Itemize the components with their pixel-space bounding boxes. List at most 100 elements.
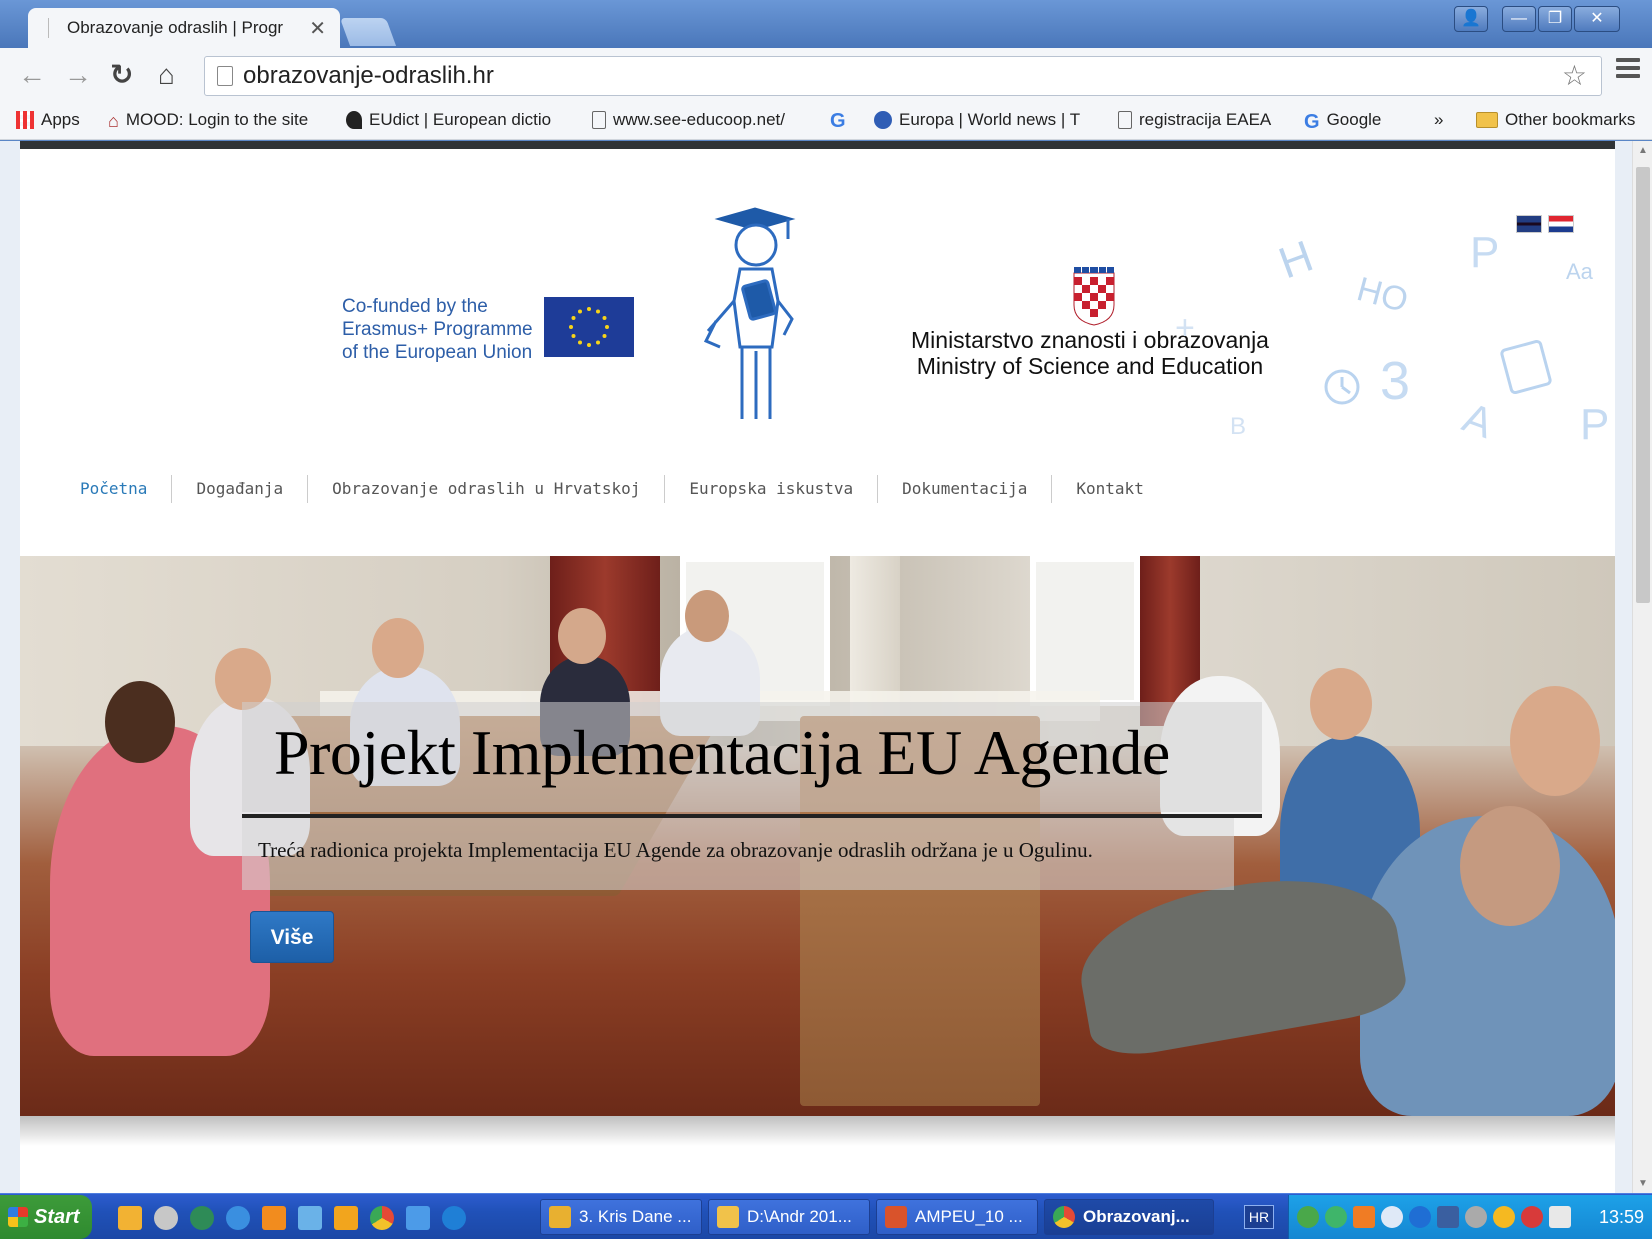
tab-title: Obrazovanje odraslih | Progr	[67, 18, 284, 37]
nav-item-dokumentacija[interactable]: Dokumentacija	[878, 475, 1053, 503]
nav-item-europska-iskustva[interactable]: Europska iskustva	[665, 475, 879, 503]
hero-slider: Projekt Implementacija EU Agende Treća r…	[20, 556, 1615, 1116]
hero-photo-window	[1030, 556, 1140, 706]
tray-icon[interactable]	[1549, 1206, 1571, 1228]
svg-text:Aa: Aa	[1566, 259, 1594, 284]
tray-icon[interactable]	[1493, 1206, 1515, 1228]
address-bar[interactable]: obrazovanje-odraslih.hr ☆	[204, 56, 1602, 96]
bookmark-eaea[interactable]: registracija EAEA	[1118, 110, 1271, 130]
browser-tab[interactable]: Obrazovanje odraslih | Progr ✕	[28, 8, 340, 48]
task-label: Obrazovanj...	[1083, 1207, 1190, 1226]
start-label: Start	[34, 1205, 80, 1228]
nav-item-obrazovanje[interactable]: Obrazovanje odraslih u Hrvatskoj	[308, 475, 666, 503]
quicklaunch-drop-icon[interactable]	[442, 1206, 466, 1230]
quicklaunch-tool-icon[interactable]	[118, 1206, 142, 1230]
tab-close-icon[interactable]: ✕	[309, 16, 326, 41]
reload-icon[interactable]: ↻	[110, 60, 133, 90]
taskbar-item-powerpoint[interactable]: AMPEU_10 ...	[876, 1199, 1038, 1235]
svg-text:A: A	[1457, 393, 1499, 447]
tray-icon[interactable]	[1465, 1206, 1487, 1228]
bookmark-label: www.see-educoop.net/	[613, 110, 785, 129]
powerpoint-icon	[885, 1206, 907, 1228]
tray-icon[interactable]	[1409, 1206, 1431, 1228]
scrollbar-thumb[interactable]	[1636, 167, 1650, 603]
taskbar-item-kris-dane[interactable]: 3. Kris Dane ...	[540, 1199, 702, 1235]
quicklaunch-puzzle-icon[interactable]	[262, 1206, 286, 1230]
system-tray: 13:59	[1288, 1195, 1652, 1239]
windows-logo-icon	[8, 1207, 28, 1227]
profile-icon[interactable]: 👤	[1454, 6, 1488, 32]
window-controls: — ❐ ✕	[1500, 6, 1620, 34]
nav-item-dogadanja[interactable]: Događanja	[172, 475, 309, 503]
chrome-menu-icon[interactable]	[1616, 58, 1640, 82]
quicklaunch-app-icon[interactable]	[406, 1206, 430, 1230]
tray-icon[interactable]	[1437, 1206, 1459, 1228]
language-indicator[interactable]: HR	[1244, 1205, 1274, 1229]
tray-icon[interactable]	[1297, 1206, 1319, 1228]
tray-icon[interactable]	[1353, 1206, 1375, 1228]
hero-photo-person	[1310, 668, 1372, 740]
svg-text:P: P	[1580, 400, 1609, 449]
tray-dropbox-icon[interactable]	[1381, 1206, 1403, 1228]
europa-icon	[874, 111, 892, 129]
hero-photo-person	[105, 681, 175, 763]
quicklaunch-ie-icon[interactable]	[226, 1206, 250, 1230]
quicklaunch-chrome-icon[interactable]	[370, 1206, 394, 1230]
bookmark-google-2[interactable]: G Google	[1304, 110, 1382, 133]
bookmark-eudict[interactable]: EUdict | European dictio	[346, 110, 551, 130]
start-button[interactable]: Start	[0, 1195, 92, 1239]
quicklaunch-settings-icon[interactable]	[154, 1206, 178, 1230]
english-flag-icon[interactable]	[1516, 215, 1542, 233]
hero-title: Projekt Implementacija EU Agende	[274, 717, 1170, 788]
bookmark-label: Google	[1326, 110, 1382, 129]
back-arrow-icon[interactable]: ←	[18, 60, 46, 90]
minimize-button[interactable]: —	[1502, 6, 1536, 32]
svg-text:HO: HO	[1353, 270, 1412, 320]
nav-item-kontakt[interactable]: Kontakt	[1052, 475, 1167, 503]
bookmark-star-icon[interactable]: ☆	[1562, 59, 1587, 92]
bookmark-label: Apps	[41, 110, 80, 129]
clock: 13:59	[1598, 1206, 1644, 1227]
scroll-down-arrow-icon[interactable]: ▼	[1638, 1178, 1648, 1189]
eu-funding-line: Co-funded by the	[342, 296, 488, 317]
tray-security-icon[interactable]	[1521, 1206, 1543, 1228]
hero-photo-person	[558, 608, 606, 664]
quicklaunch-media-icon[interactable]	[190, 1206, 214, 1230]
croatian-flag-icon[interactable]	[1548, 215, 1574, 233]
bookmark-see-educoop[interactable]: www.see-educoop.net/	[592, 110, 785, 130]
eu-flag-icon	[544, 297, 634, 357]
browser-toolbar: ← → ↻ ⌂ obrazovanje-odraslih.hr ☆	[0, 48, 1652, 104]
graduate-figure-logo	[700, 201, 820, 436]
quicklaunch-outlook-icon[interactable]	[334, 1206, 358, 1230]
profile-control[interactable]: 👤	[1452, 6, 1488, 34]
task-label: AMPEU_10 ...	[915, 1207, 1023, 1226]
close-window-button[interactable]: ✕	[1574, 6, 1620, 32]
page-scrollbar[interactable]: ▲ ▼	[1632, 141, 1652, 1193]
quicklaunch-window-icon[interactable]	[298, 1206, 322, 1230]
nav-item-pocetna[interactable]: Početna	[40, 475, 173, 503]
more-button[interactable]: Više	[250, 911, 334, 963]
browser-titlebar: Obrazovanje odraslih | Progr ✕ 👤 — ❐ ✕	[0, 0, 1652, 48]
home-icon[interactable]: ⌂	[158, 60, 175, 90]
bookmark-mood[interactable]: ⌂ MOOD: Login to the site	[108, 110, 308, 131]
tray-network-icon[interactable]	[1325, 1206, 1347, 1228]
scroll-up-arrow-icon[interactable]: ▲	[1638, 145, 1648, 156]
bookmark-other[interactable]: Other bookmarks	[1476, 110, 1635, 130]
forward-arrow-icon[interactable]: →	[64, 60, 92, 90]
taskbar-item-chrome[interactable]: Obrazovanj...	[1044, 1199, 1214, 1235]
restore-button[interactable]: ❐	[1538, 6, 1572, 32]
svg-text:B: B	[1230, 413, 1246, 440]
new-tab-button[interactable]	[339, 18, 397, 46]
windows-taskbar: Start 3. Kris Dane ... D:\Andr 201... AM…	[0, 1193, 1652, 1239]
quick-launch	[118, 1206, 466, 1230]
bookmarks-overflow[interactable]: »	[1434, 110, 1443, 130]
hero-photo-person	[372, 618, 424, 678]
apps-icon	[16, 111, 34, 129]
eu-funding-line: Erasmus+ Programme	[342, 319, 533, 340]
bookmark-apps[interactable]: Apps	[16, 110, 80, 130]
bookmark-europa[interactable]: Europa | World news | T	[874, 110, 1080, 130]
eu-funding-line: of the European Union	[342, 342, 533, 363]
google-icon: G	[830, 110, 846, 132]
taskbar-item-folder[interactable]: D:\Andr 201...	[708, 1199, 870, 1235]
bookmark-google-1[interactable]: G	[830, 110, 853, 132]
